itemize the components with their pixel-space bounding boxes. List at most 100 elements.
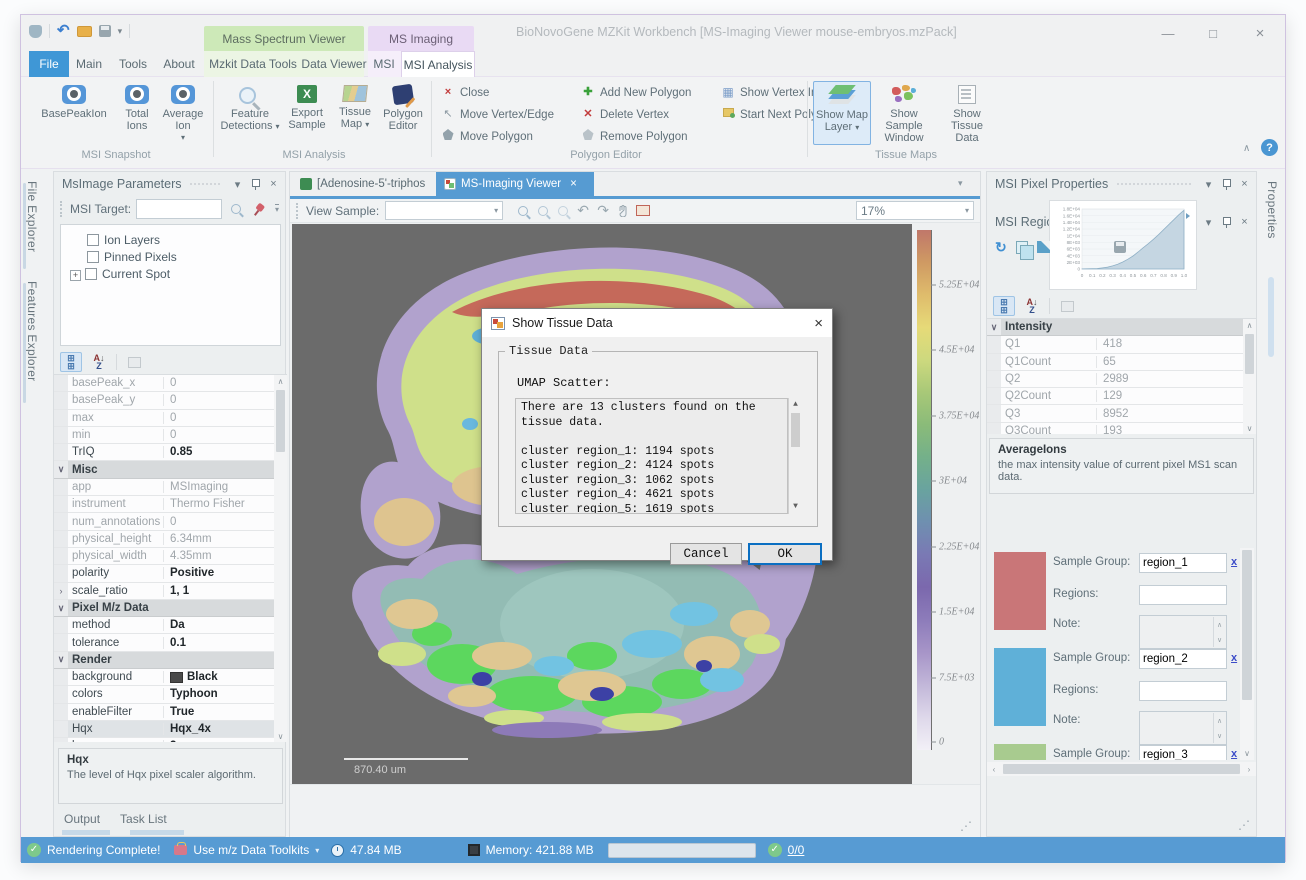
scrollbar-thumb[interactable] — [791, 413, 800, 447]
close-icon[interactable]: × — [1237, 178, 1252, 190]
sort-az-icon[interactable]: A↓Z — [1021, 296, 1043, 316]
search-icon[interactable] — [231, 204, 241, 214]
close-icon[interactable]: × — [1237, 216, 1252, 228]
document-tab-ms-imaging-viewer[interactable]: MS-Imaging Viewer × — [436, 172, 594, 196]
open-file-icon[interactable] — [77, 26, 92, 37]
tab-list-dropdown-icon[interactable]: ▾ — [958, 178, 963, 189]
scrollbar-thumb[interactable] — [1242, 550, 1252, 700]
scroll-down-icon[interactable]: ∨ — [1243, 422, 1256, 434]
property-row[interactable]: Q2Count129 — [987, 388, 1243, 405]
resize-grip-icon[interactable]: ⋰ — [1238, 818, 1250, 832]
scrollbar[interactable]: ∧ ∨ — [274, 375, 287, 742]
tab-task-list[interactable]: Task List — [120, 812, 167, 826]
delete-region-link[interactable]: x — [1231, 556, 1237, 568]
ribbon-button-remove-polygon[interactable]: Remove Polygon — [581, 127, 688, 146]
close-icon[interactable]: × — [814, 315, 823, 332]
property-row[interactable]: Q22989 — [987, 371, 1243, 388]
tree-item-ion-layers[interactable]: Ion Layers — [87, 233, 280, 247]
ribbon-button-tissue-map[interactable]: Tissue Map ▾ — [333, 81, 377, 145]
property-pages-icon[interactable] — [123, 352, 145, 372]
scrollbar[interactable]: ▲ ▼ — [788, 398, 802, 514]
property-row[interactable]: max0 — [54, 410, 274, 427]
ribbon-button-feature-detections[interactable]: Feature Detections ▾ — [219, 81, 281, 145]
property-row[interactable]: physical_width4.35mm — [54, 548, 274, 565]
dropdown-icon[interactable]: ▾ — [315, 846, 319, 855]
property-row[interactable]: Q1418 — [987, 336, 1243, 353]
property-pages-icon[interactable] — [1056, 296, 1078, 316]
tab-msi-analysis[interactable]: MSI Analysis — [401, 51, 475, 77]
ok-button[interactable]: OK — [748, 543, 822, 565]
ribbon-button-delete-vertex[interactable]: ✕Delete Vertex — [581, 105, 669, 124]
property-row[interactable]: HqxHqx_4x — [54, 721, 274, 738]
sidebar-tab-properties[interactable]: Properties — [1265, 181, 1279, 244]
view-sample-combo[interactable]: ▾ — [385, 201, 503, 220]
cancel-button[interactable]: Cancel — [670, 543, 742, 565]
property-row[interactable]: basePeak_y0 — [54, 392, 274, 409]
color-swatch[interactable] — [994, 648, 1046, 726]
ribbon-button-average-ion[interactable]: Average Ion▾ — [159, 81, 207, 145]
property-row[interactable]: appMSImaging — [54, 479, 274, 496]
property-row[interactable]: colorsTyphoon — [54, 686, 274, 703]
delete-region-link[interactable]: x — [1231, 748, 1237, 760]
ribbon-button-move-vertex-edge[interactable]: ↖Move Vertex/Edge — [441, 105, 554, 124]
ribbon-button-show-sample-window[interactable]: Show Sample Window — [873, 81, 935, 145]
property-row[interactable]: ›scale_ratio1, 1 — [54, 583, 274, 600]
msi-target-input[interactable] — [136, 199, 222, 219]
collapse-ribbon-icon[interactable]: ∧ — [1243, 143, 1250, 154]
tasks-link[interactable]: 0/0 — [788, 843, 805, 857]
tree-item-current-spot[interactable]: +Current Spot — [70, 267, 280, 281]
ribbon-button-polygon-editor[interactable]: Polygon Editor — [379, 81, 427, 145]
scrollbar-thumb[interactable] — [1003, 764, 1240, 774]
property-row[interactable]: num_annotations0 — [54, 513, 274, 530]
pan-hand-icon[interactable] — [613, 202, 633, 220]
property-row[interactable]: knn3 — [54, 738, 274, 742]
pin-icon[interactable] — [1222, 178, 1231, 191]
panel-menu-icon[interactable]: ▾ — [1201, 178, 1216, 191]
panel-menu-icon[interactable]: ▾ — [230, 178, 245, 191]
ribbon-button-show-tissue-data[interactable]: Show Tissue Data — [937, 81, 997, 145]
property-row[interactable]: TrIQ0.85 — [54, 444, 274, 461]
tab-main[interactable]: Main — [69, 51, 109, 77]
expander-icon[interactable]: + — [70, 270, 81, 281]
sort-az-icon[interactable]: A↓Z — [88, 352, 110, 372]
sample-group-input[interactable] — [1139, 553, 1227, 573]
scroll-up-icon[interactable]: ▲ — [789, 398, 802, 412]
checkbox[interactable] — [85, 268, 97, 280]
tab-about[interactable]: About — [157, 51, 201, 77]
ribbon-button-total-ions[interactable]: Total Ions — [117, 81, 157, 145]
ribbon-button-add-new-polygon[interactable]: ✚Add New Polygon — [581, 83, 691, 102]
save-icon[interactable] — [1114, 241, 1126, 253]
property-row[interactable]: tolerance0.1 — [54, 634, 274, 651]
ribbon-button-move-polygon[interactable]: Move Polygon — [441, 127, 533, 146]
property-category[interactable]: ∨Misc — [54, 461, 274, 478]
toolbar-overflow-icon[interactable]: ▾ — [275, 204, 279, 214]
save-icon[interactable] — [99, 25, 111, 37]
checkbox[interactable] — [87, 251, 99, 263]
note-textarea[interactable]: ∧∨ — [1139, 711, 1227, 745]
tissue-data-textbox[interactable]: There are 13 clusters found on the tissu… — [515, 398, 788, 514]
quick-access-dropdown-icon[interactable]: ▾ — [118, 26, 123, 37]
sidebar-tab-features-explorer[interactable]: Features Explorer — [25, 281, 39, 386]
tab-msi[interactable]: MSI — [369, 51, 399, 77]
property-row[interactable]: Q38952 — [987, 405, 1243, 422]
pin-icon[interactable] — [1222, 216, 1231, 229]
scrollbar[interactable]: ∨ — [1240, 548, 1254, 760]
maximize-button[interactable]: □ — [1196, 21, 1230, 45]
tab-file[interactable]: File — [29, 51, 69, 77]
property-row[interactable]: Q3Count193 — [987, 423, 1243, 434]
regions-input[interactable] — [1139, 681, 1227, 701]
resize-grip-icon[interactable]: ⋰ — [960, 819, 972, 833]
tab-mzkit-data-tools[interactable]: Mzkit Data Tools — [207, 51, 299, 77]
scroll-right-icon[interactable]: › — [1242, 763, 1256, 776]
property-category[interactable]: ∨Intensity — [987, 319, 1243, 336]
zoom-level-combo[interactable]: 17%▾ — [856, 201, 974, 220]
note-textarea[interactable]: ∧∨ — [1139, 615, 1227, 649]
property-row[interactable]: enableFilterTrue — [54, 704, 274, 721]
ribbon-button-export-sample[interactable]: XExport Sample — [283, 81, 331, 145]
categorized-icon[interactable]: ⊞⊞ — [993, 296, 1015, 316]
tab-tools[interactable]: Tools — [113, 51, 153, 77]
close-tab-icon[interactable]: × — [570, 178, 577, 190]
ribbon-button-close-polygon[interactable]: ×Close — [441, 83, 489, 102]
delete-region-link[interactable]: x — [1231, 652, 1237, 664]
rotate-left-icon[interactable]: ↶ — [573, 202, 593, 220]
